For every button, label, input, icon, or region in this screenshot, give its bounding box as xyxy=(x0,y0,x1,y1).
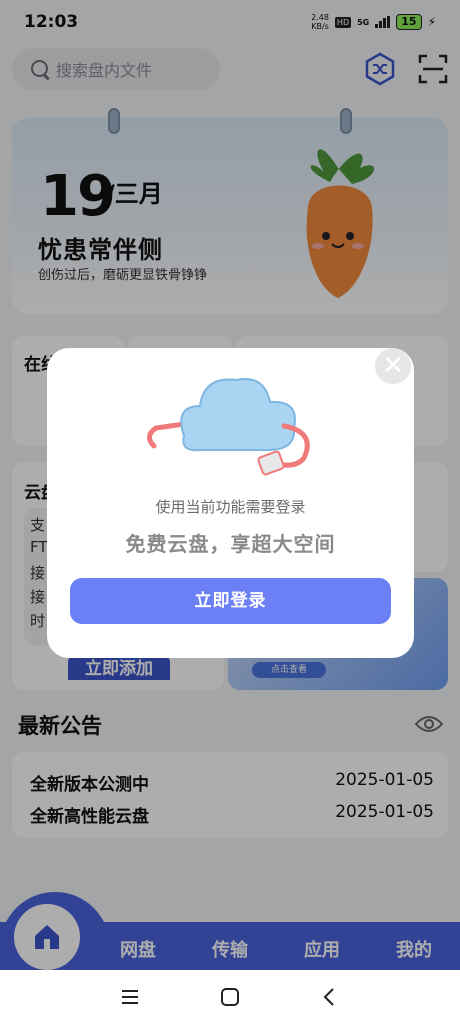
login-promo-text: 免费云盘，享超大空间 xyxy=(125,532,336,556)
close-button[interactable]: ✕ xyxy=(375,348,411,384)
close-icon: ✕ xyxy=(382,351,404,381)
back-icon[interactable] xyxy=(317,984,343,1010)
menu-icon[interactable] xyxy=(117,984,143,1010)
home-nav-icon[interactable] xyxy=(217,984,243,1010)
login-button[interactable]: 立即登录 xyxy=(70,578,391,624)
cloud-icon xyxy=(147,378,310,476)
login-required-text: 使用当前功能需要登录 xyxy=(155,498,306,516)
